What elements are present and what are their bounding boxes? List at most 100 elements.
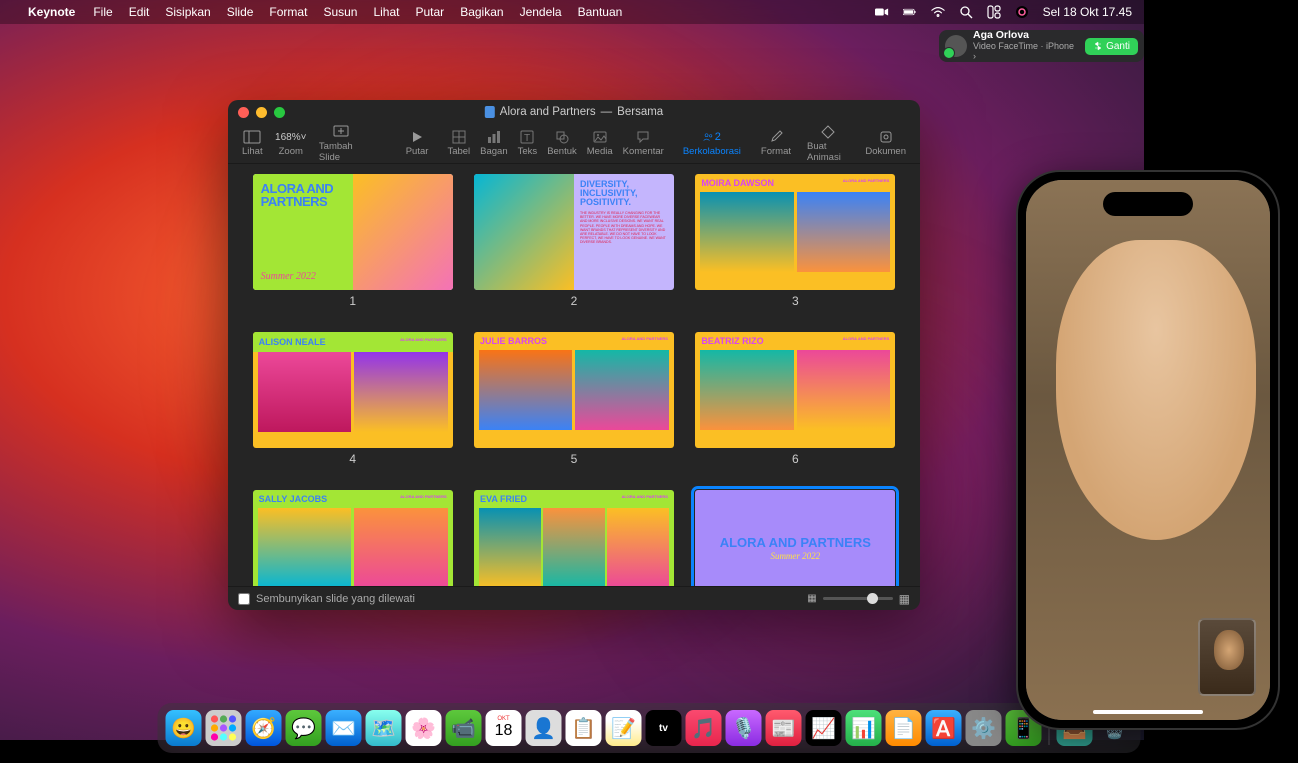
menu-susun[interactable]: Susun bbox=[323, 5, 357, 19]
siri-icon[interactable] bbox=[1015, 5, 1029, 19]
dock-stocks-icon[interactable]: 📈 bbox=[806, 710, 842, 746]
spotlight-icon[interactable] bbox=[959, 5, 973, 19]
slide-5[interactable]: JULIE BARROSALORA AND PARTNERS 5 bbox=[469, 332, 678, 466]
dock-appstore-icon[interactable]: 🅰️ bbox=[926, 710, 962, 746]
slide-thumbnail[interactable]: DIVERSITY, INCLUSIVITY, POSITIVITY. THE … bbox=[474, 174, 674, 290]
slide-thumbnail[interactable]: SALLY JACOBSALORA AND PARTNERS bbox=[253, 490, 453, 586]
toolbar-play-button[interactable]: Putar bbox=[400, 130, 435, 157]
menu-edit[interactable]: Edit bbox=[129, 5, 150, 19]
toolbar-chart-button[interactable]: Bagan bbox=[475, 130, 512, 157]
window-maximize-button[interactable] bbox=[274, 107, 285, 118]
dock-reminders-icon[interactable]: 📋 bbox=[566, 710, 602, 746]
dock-photos-icon[interactable]: 🌸 bbox=[406, 710, 442, 746]
grid-small-icon[interactable]: ▦ bbox=[807, 593, 816, 604]
window-bottom-bar: Sembunyikan slide yang dilewati ▦ ▦ bbox=[228, 586, 920, 610]
grid-large-icon[interactable]: ▦ bbox=[899, 592, 910, 606]
toolbar-shape-button[interactable]: Bentuk bbox=[542, 130, 582, 157]
slide-grid[interactable]: ALORA AND PARTNERS Summer 2022 1 DIVERSI… bbox=[228, 164, 920, 586]
iphone-home-indicator[interactable] bbox=[1093, 710, 1203, 714]
slide-thumbnail[interactable]: ALORA AND PARTNERS Summer 2022 bbox=[253, 174, 453, 290]
toolbar-add-slide-button[interactable]: Tambah Slide bbox=[313, 125, 369, 163]
dock-mail-icon[interactable]: ✉️ bbox=[326, 710, 362, 746]
slide-thumbnail[interactable]: MOIRA DAWSONALORA AND PARTNERS bbox=[695, 174, 895, 290]
slide-3[interactable]: MOIRA DAWSONALORA AND PARTNERS 3 bbox=[691, 174, 900, 308]
dock-launchpad-icon[interactable] bbox=[206, 710, 242, 746]
control-center-icon[interactable] bbox=[987, 5, 1001, 19]
dock-podcasts-icon[interactable]: 🎙️ bbox=[726, 710, 762, 746]
menubar: Keynote File Edit Sisipkan Slide Format … bbox=[0, 0, 1144, 24]
notification-switch-button[interactable]: Ganti bbox=[1085, 38, 1138, 55]
menu-slide[interactable]: Slide bbox=[227, 5, 254, 19]
iphone-dynamic-island bbox=[1103, 192, 1193, 216]
menu-bantuan[interactable]: Bantuan bbox=[578, 5, 623, 19]
slide-4[interactable]: ALISON NEALEALORA AND PARTNERS 4 bbox=[248, 332, 457, 466]
slide-thumbnail[interactable]: ALISON NEALEALORA AND PARTNERS bbox=[253, 332, 453, 448]
slide-7[interactable]: SALLY JACOBSALORA AND PARTNERS 7 bbox=[248, 490, 457, 586]
notification-subtitle: Video FaceTime · iPhone › bbox=[973, 42, 1079, 62]
notification-text: Aga Orlova Video FaceTime · iPhone › bbox=[973, 30, 1079, 61]
menu-lihat[interactable]: Lihat bbox=[373, 5, 399, 19]
toolbar-collaborate-button[interactable]: 2 Berkolaborasi bbox=[677, 130, 747, 157]
slide-thumbnail[interactable]: EVA FRIEDALORA AND PARTNERS bbox=[474, 490, 674, 586]
toolbar-media-button[interactable]: Media bbox=[582, 130, 618, 157]
menu-bagikan[interactable]: Bagikan bbox=[460, 5, 503, 19]
window-titlebar[interactable]: Alora and Partners — Bersama bbox=[228, 100, 920, 124]
slide-thumbnail[interactable]: JULIE BARROSALORA AND PARTNERS bbox=[474, 332, 674, 448]
toolbar-animate-button[interactable]: Buat Animasi bbox=[801, 125, 855, 163]
dock-settings-icon[interactable]: ⚙️ bbox=[966, 710, 1002, 746]
dock-safari-icon[interactable]: 🧭 bbox=[246, 710, 282, 746]
hide-skipped-label: Sembunyikan slide yang dilewati bbox=[256, 593, 415, 605]
menu-file[interactable]: File bbox=[93, 5, 112, 19]
menu-sisipkan[interactable]: Sisipkan bbox=[165, 5, 210, 19]
toolbar-text-button[interactable]: T Teks bbox=[513, 130, 543, 157]
toolbar-format-button[interactable]: Format bbox=[755, 130, 797, 157]
slide-thumbnail[interactable]: BEATRIZ RIZOALORA AND PARTNERS bbox=[695, 332, 895, 448]
hide-skipped-checkbox[interactable] bbox=[238, 593, 250, 605]
shape-icon bbox=[553, 130, 571, 144]
window-minimize-button[interactable] bbox=[256, 107, 267, 118]
plus-icon bbox=[332, 125, 350, 139]
view-icon bbox=[243, 130, 261, 144]
dock-calendar-icon[interactable]: OKT18 bbox=[486, 710, 522, 746]
dock-tv-icon[interactable]: tv bbox=[646, 710, 682, 746]
slide-1[interactable]: ALORA AND PARTNERS Summer 2022 1 bbox=[248, 174, 457, 308]
media-icon bbox=[591, 130, 609, 144]
wifi-status-icon[interactable] bbox=[931, 5, 945, 19]
toolbar-document-button[interactable]: Dokumen bbox=[859, 130, 912, 157]
facetime-self-view[interactable] bbox=[1198, 618, 1256, 696]
dock-finder-icon[interactable]: 😀 bbox=[166, 710, 202, 746]
play-icon bbox=[408, 130, 426, 144]
dock-news-icon[interactable]: 📰 bbox=[766, 710, 802, 746]
window-close-button[interactable] bbox=[238, 107, 249, 118]
toolbar-view-button[interactable]: Lihat bbox=[236, 130, 269, 157]
battery-status-icon[interactable] bbox=[903, 5, 917, 19]
toolbar-zoom-dropdown[interactable]: 168% ˅ Zoom bbox=[273, 130, 309, 157]
dock-contacts-icon[interactable]: 👤 bbox=[526, 710, 562, 746]
window-traffic-lights bbox=[238, 107, 285, 118]
facetime-status-icon[interactable] bbox=[875, 5, 889, 19]
dock: 😀 🧭 💬 ✉️ 🗺️ 🌸 📹 OKT18 👤 📋 📝 tv 🎵 🎙️ 📰 📈 … bbox=[158, 703, 1141, 753]
menu-format[interactable]: Format bbox=[269, 5, 307, 19]
dock-numbers-icon[interactable]: 📊 bbox=[846, 710, 882, 746]
dock-maps-icon[interactable]: 🗺️ bbox=[366, 710, 402, 746]
toolbar-table-button[interactable]: Tabel bbox=[442, 130, 475, 157]
facetime-notification[interactable]: Aga Orlova Video FaceTime · iPhone › Gan… bbox=[939, 30, 1144, 62]
menu-jendela[interactable]: Jendela bbox=[520, 5, 562, 19]
slide-6[interactable]: BEATRIZ RIZOALORA AND PARTNERS 6 bbox=[691, 332, 900, 466]
toolbar-comment-button[interactable]: Komentar bbox=[618, 130, 669, 157]
dock-music-icon[interactable]: 🎵 bbox=[686, 710, 722, 746]
slide-8[interactable]: EVA FRIEDALORA AND PARTNERS 8 bbox=[469, 490, 678, 586]
text-icon: T bbox=[518, 130, 536, 144]
app-menu[interactable]: Keynote bbox=[28, 5, 75, 19]
dock-pages-icon[interactable]: 📄 bbox=[886, 710, 922, 746]
zoom-slider[interactable] bbox=[823, 597, 893, 600]
menubar-clock[interactable]: Sel 18 Okt 17.45 bbox=[1043, 5, 1132, 19]
dock-facetime-icon[interactable]: 📹 bbox=[446, 710, 482, 746]
slide-9[interactable]: ALORA AND PARTNERS Summer 2022 9 bbox=[691, 490, 900, 586]
dock-messages-icon[interactable]: 💬 bbox=[286, 710, 322, 746]
menu-putar[interactable]: Putar bbox=[416, 5, 445, 19]
dock-notes-icon[interactable]: 📝 bbox=[606, 710, 642, 746]
brush-icon bbox=[767, 130, 785, 144]
slide-thumbnail[interactable]: ALORA AND PARTNERS Summer 2022 bbox=[695, 490, 895, 586]
slide-2[interactable]: DIVERSITY, INCLUSIVITY, POSITIVITY. THE … bbox=[469, 174, 678, 308]
